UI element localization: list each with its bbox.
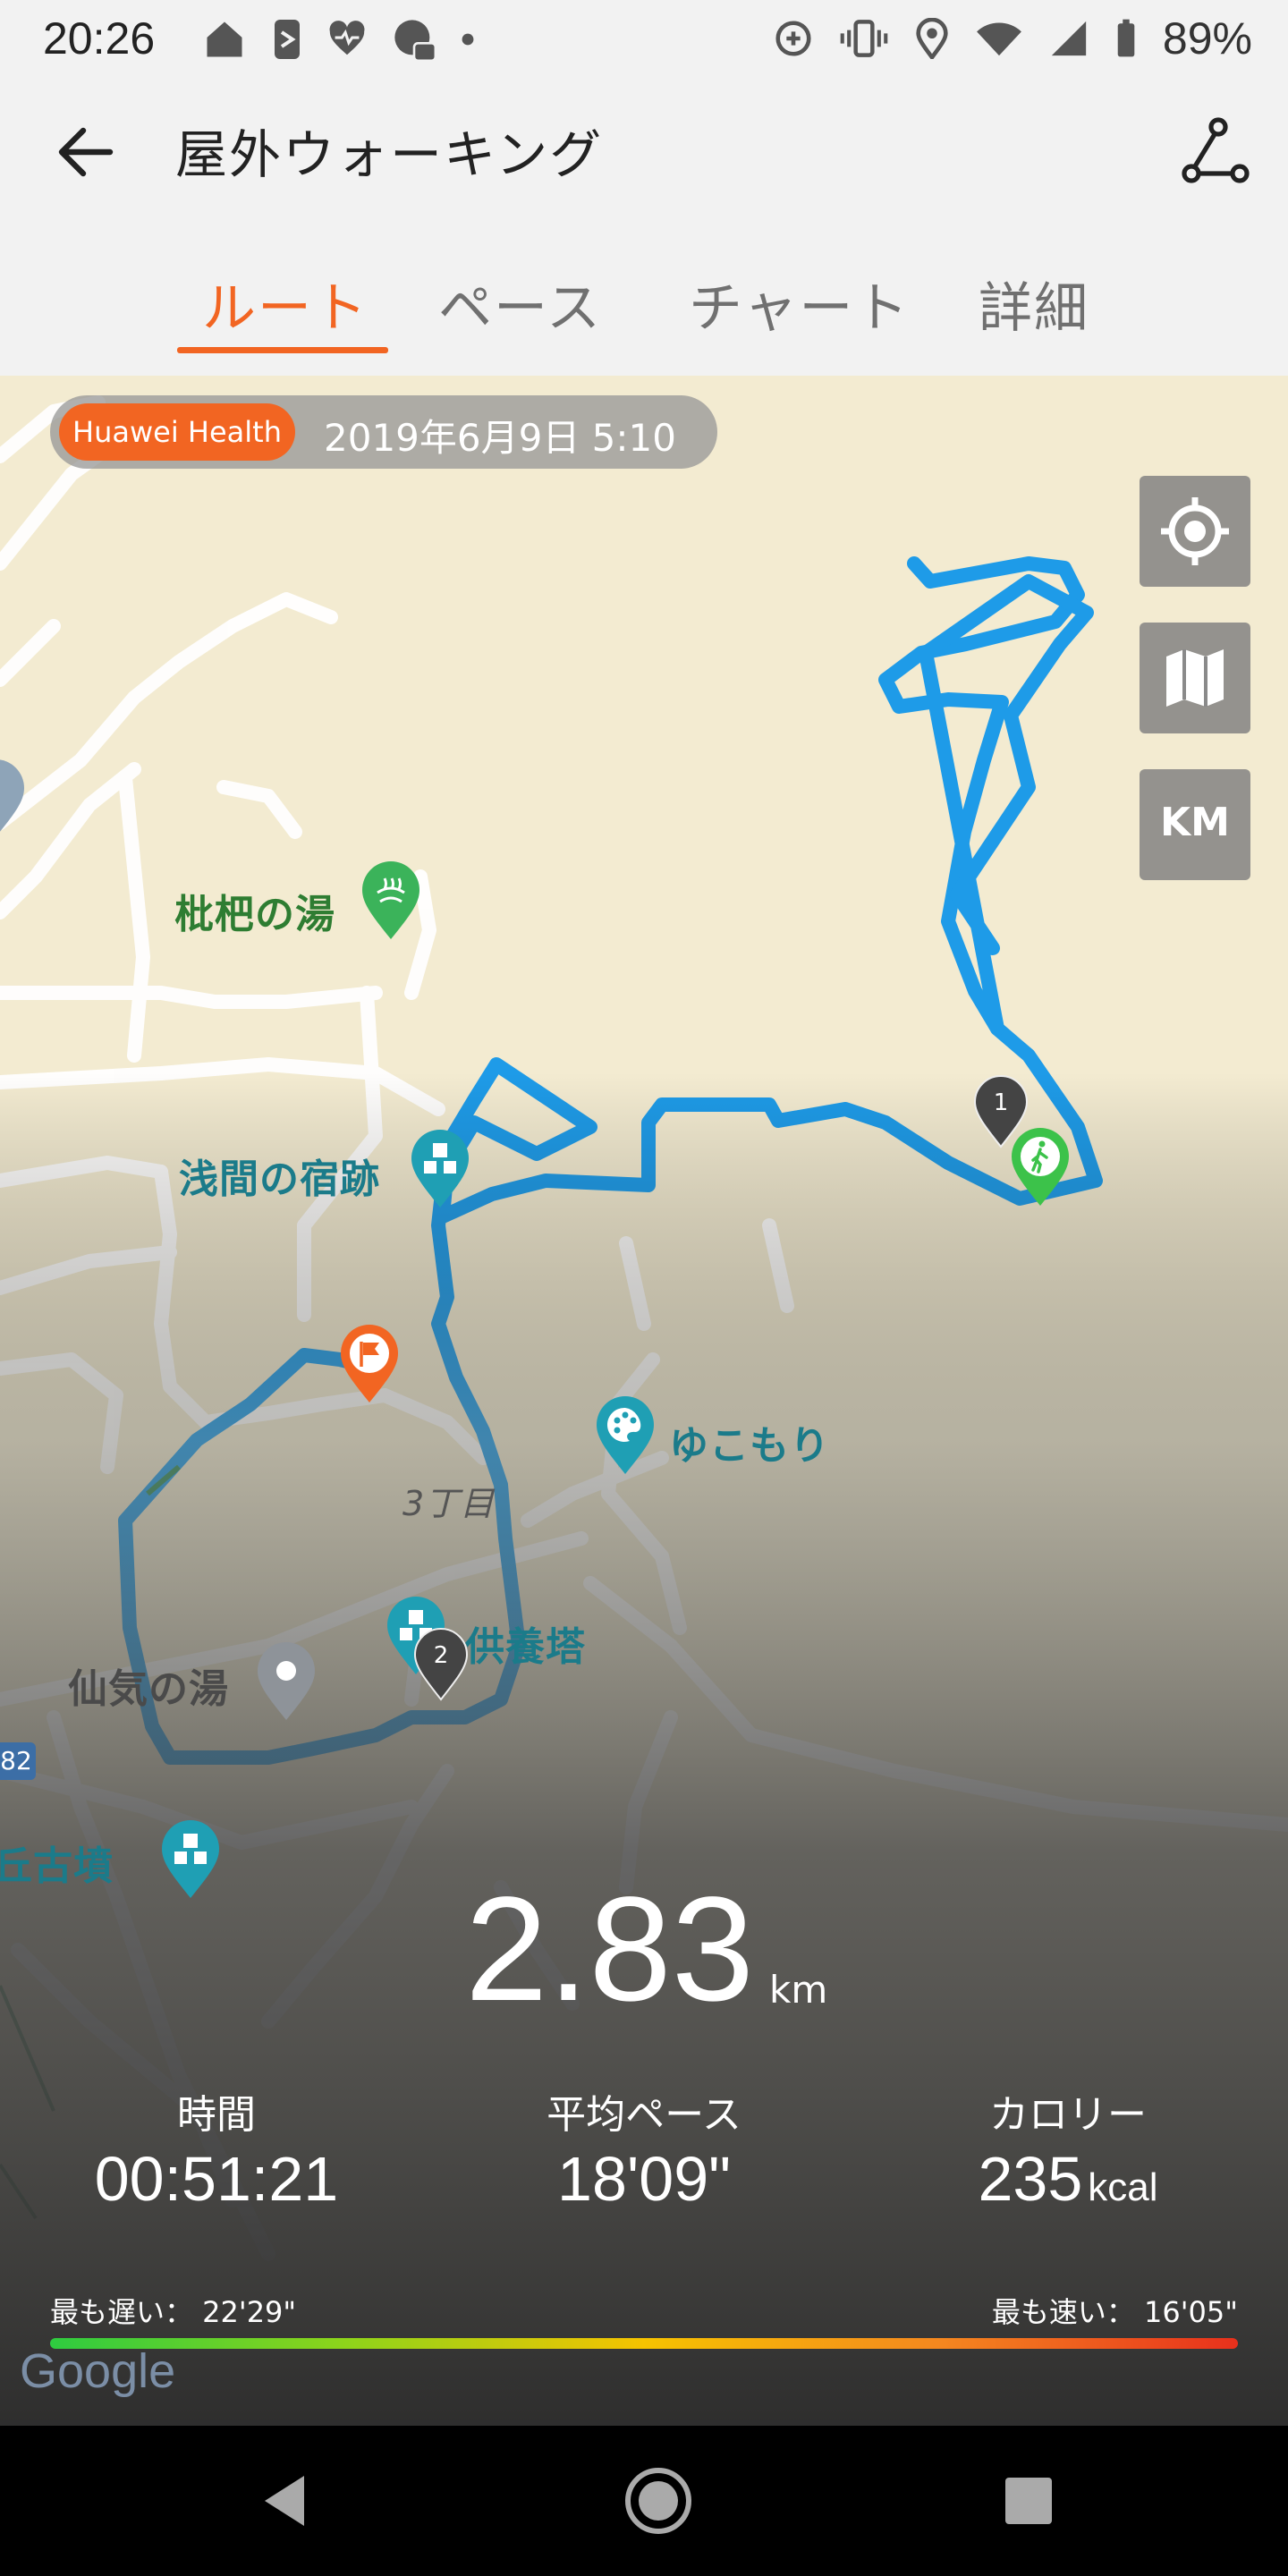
avg-pace-label: 平均ペース [547,2092,741,2138]
landmark-pin-icon [411,1130,469,1208]
place-pin-icon [258,1642,315,1720]
time-label: 時間 [177,2092,256,2138]
art-pin-icon [597,1396,654,1474]
calories-block: 235 kcal [889,2143,1247,2215]
location-icon [916,18,948,59]
data-saver-icon [775,21,811,56]
poi-label-kofun: 丘古墳 [0,1843,114,1889]
nav-home-icon [625,2468,691,2534]
poi-label-senki: 仙気の湯 [68,1666,229,1712]
battery-percent: 89% [1162,13,1252,64]
status-bar: 20:26 89% [0,0,1288,80]
home-icon [207,21,242,57]
vibrate-icon [840,20,888,57]
route-share-button[interactable] [1179,114,1250,186]
offscreen-pin-icon [0,759,24,832]
source-date-badge: Huawei Health 2019年6月9日 5:10 [50,395,717,469]
landmark-pin-icon-3 [162,1820,219,1898]
locate-icon [1161,497,1229,565]
system-nav-bar [0,2426,1288,2576]
km-toggle-button[interactable]: KM [1140,769,1250,880]
workout-date: 2019年6月9日 5:10 [324,416,676,460]
poi-label-asama: 浅間の宿跡 [179,1157,380,1202]
time-value: 00:51:21 [94,2144,339,2214]
poi-label-biwa: 枇杷の湯 [174,892,335,937]
calories-value: 235 [978,2144,1083,2214]
route-icon [1182,117,1250,183]
map-type-button[interactable] [1140,623,1250,733]
source-app-pill: Huawei Health [59,403,295,461]
back-button[interactable] [49,116,121,188]
km-marker-2-label: 2 [434,1642,449,1669]
calories-label: カロリー [989,2092,1147,2138]
nfc-icon [275,20,300,59]
distance-value: 2.83 [465,1867,755,2032]
dot-icon [462,33,474,46]
route-map[interactable]: 1 2 枇杷の湯 浅間の宿跡 ゆこもり 3丁目 供養塔 仙気の湯 丘古墳 82 … [0,376,1288,2426]
tab-route[interactable]: ルート [202,265,369,343]
avg-pace-value: 18'09" [557,2144,731,2214]
nav-home-button[interactable] [623,2465,694,2537]
tab-active-indicator [177,347,388,353]
distance-unit: km [769,1968,828,2012]
tab-pace[interactable]: ペース [438,265,602,343]
km-marker-1-label: 1 [994,1089,1009,1116]
locate-button[interactable] [1140,476,1250,587]
km-toggle-label: KM [1160,800,1230,845]
area-label-chome: 3丁目 [402,1484,496,1523]
signal-icon [1051,21,1087,56]
poi-label-kuyoto: 供養塔 [465,1624,586,1670]
pace-gradient-bar [50,2338,1238,2349]
nav-recents-button[interactable] [993,2465,1064,2537]
page-title: 屋外ウォーキング [175,124,604,185]
km-marker-2: 2 [413,1628,469,1701]
calories-unit: kcal [1088,2165,1158,2209]
tab-bar: ルート ペース チャート 詳細 [0,215,1288,376]
hot-spring-pin-icon [362,861,419,939]
nav-back-button[interactable] [250,2465,322,2537]
map-icon [1166,649,1224,707]
road-number-label: 82 [0,1746,32,1775]
slowest-pace-label: 最も遅い： 22'29" [50,2295,297,2329]
camera-icon [394,20,437,63]
heart-rate-icon [329,21,365,55]
wifi-icon [977,22,1021,56]
km-marker-1: 1 [973,1075,1029,1148]
fastest-pace-label: 最も速い： 16'05" [991,2295,1238,2329]
status-icons-left [201,16,475,63]
status-time: 20:26 [43,13,156,64]
app-bar: 屋外ウォーキング [0,80,1288,215]
poi-label-yukomori: ゆこもり [669,1423,830,1469]
battery-icon [1117,19,1135,57]
back-arrow-icon [58,127,114,177]
nav-back-icon [265,2476,304,2526]
status-icons-right: 89% [773,13,1252,64]
tab-details[interactable]: 詳細 [979,265,1089,343]
nav-recents-icon [1005,2478,1052,2524]
google-attribution: Google [20,2344,176,2398]
finish-flag-icon [341,1325,398,1402]
tab-chart[interactable]: チャート [689,265,910,343]
